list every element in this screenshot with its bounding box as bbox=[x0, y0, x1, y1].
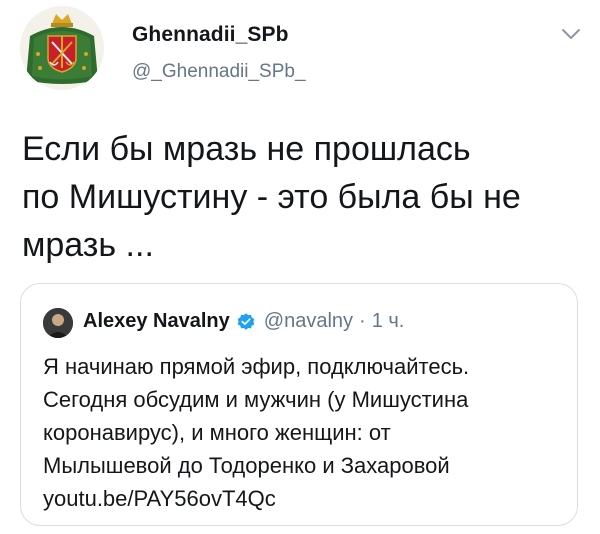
verified-badge-icon bbox=[237, 312, 255, 330]
quoted-author-avatar[interactable] bbox=[43, 308, 73, 338]
quoted-text-line: Сегодня обсудим и мужчин (у Мишустина bbox=[43, 387, 469, 412]
quoted-text: Я начинаю прямой эфир, подключайтесь. Се… bbox=[43, 350, 563, 515]
tweet-text: Если бы мразь не прошлась по Мишустину -… bbox=[22, 125, 587, 269]
quoted-timestamp[interactable]: 1 ч. bbox=[372, 310, 405, 333]
author-avatar[interactable] bbox=[20, 6, 104, 90]
quoted-header: Alexey Navalny @navalny · 1 ч. bbox=[83, 310, 404, 333]
tweet-text-line: по Мишустину - это была бы не bbox=[22, 178, 521, 216]
separator-dot: · bbox=[359, 310, 366, 332]
tweet-text-line: Если бы мразь не прошлась bbox=[22, 130, 471, 168]
tweet-card: Ghennadii_SPb @_Ghennadii_SPb_ Если бы м… bbox=[0, 0, 600, 534]
quoted-author-handle[interactable]: @navalny bbox=[264, 310, 353, 333]
avatar-photo-icon bbox=[43, 308, 73, 338]
quoted-tweet[interactable]: Alexey Navalny @navalny · 1 ч. Я начинаю… bbox=[20, 283, 578, 526]
tweet-text-line: мразь ... bbox=[22, 226, 154, 264]
quoted-text-line: коронавирус), и много женщин: от bbox=[43, 420, 391, 445]
author-name[interactable]: Ghennadii_SPb bbox=[132, 23, 289, 47]
quoted-text-line: Мылышевой до Тодоренко и Захаровой bbox=[43, 453, 450, 478]
author-handle[interactable]: @_Ghennadii_SPb_ bbox=[132, 61, 306, 83]
quoted-link[interactable]: youtu.be/PAY56ovT4Qc bbox=[43, 482, 563, 515]
quoted-text-line: Я начинаю прямой эфир, подключайтесь. bbox=[43, 354, 470, 379]
chevron-down-icon[interactable] bbox=[560, 26, 582, 42]
quoted-author-name[interactable]: Alexey Navalny bbox=[83, 310, 230, 333]
st-petersburg-coat-of-arms-icon bbox=[20, 6, 104, 90]
